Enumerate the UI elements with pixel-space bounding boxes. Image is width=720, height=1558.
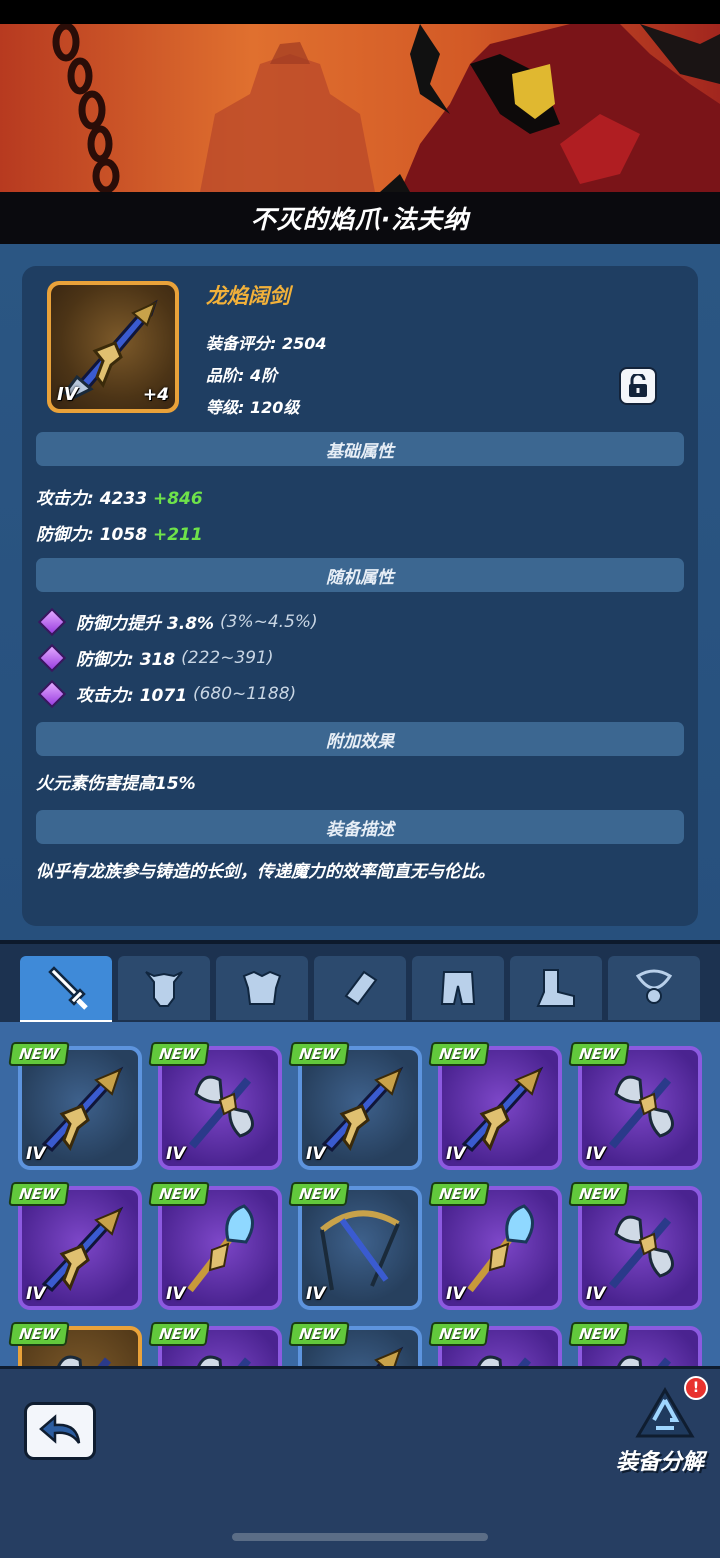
item-icon-frame[interactable]: IV +4 <box>47 281 179 413</box>
extra-effect-text: 火元素伤害提高15% <box>36 774 196 794</box>
item-description: 似乎有龙族参与铸造的长剑，传递魔力的效率简直无与伦比。 <box>36 862 495 882</box>
card-tier: IV <box>586 1144 606 1164</box>
new-badge: NEW <box>568 1322 630 1346</box>
new-badge: NEW <box>288 1042 350 1066</box>
item-score: 装备评分: 2504 <box>206 334 327 353</box>
item-grade: 品阶: 4阶 <box>206 366 278 385</box>
gauntlet-icon <box>344 970 378 1006</box>
tab-armor[interactable] <box>216 956 308 1020</box>
tab-boots[interactable] <box>510 956 602 1020</box>
hero-title-bar: 不灭的焰爪·法夫纳 <box>0 192 720 244</box>
section-extra-effect: 附加效果 <box>36 722 684 756</box>
item-enhance-level: +4 <box>142 385 169 405</box>
bottom-bar <box>0 1366 720 1558</box>
new-badge: NEW <box>8 1322 70 1346</box>
decompose-label[interactable]: 装备分解 <box>616 1444 704 1476</box>
tab-gauntlet[interactable] <box>314 956 406 1020</box>
back-arrow-icon <box>39 1414 81 1444</box>
hero-banner <box>0 24 720 192</box>
new-badge: NEW <box>568 1182 630 1206</box>
home-indicator <box>232 1533 488 1541</box>
tab-weapon[interactable] <box>20 956 112 1024</box>
section-random-attributes: 随机属性 <box>36 558 684 592</box>
sword-icon <box>48 966 88 1010</box>
card-tier: IV <box>26 1284 46 1304</box>
new-badge: NEW <box>428 1322 490 1346</box>
back-button[interactable] <box>24 1402 96 1460</box>
armor-icon <box>242 970 282 1005</box>
card-tier: IV <box>446 1284 466 1304</box>
pants-icon <box>440 971 476 1005</box>
hero-name: 不灭的焰爪·法夫纳 <box>250 205 470 234</box>
new-badge: NEW <box>568 1042 630 1066</box>
tab-pants[interactable] <box>412 956 504 1020</box>
status-bar <box>0 0 720 24</box>
card-tier: IV <box>446 1144 466 1164</box>
new-badge: NEW <box>8 1182 70 1206</box>
basic-stat-attack: 攻击力: 4233 +846 <box>36 489 203 509</box>
new-badge: NEW <box>428 1182 490 1206</box>
gem-icon <box>37 679 67 708</box>
hero-art <box>52 24 720 192</box>
card-tier: IV <box>306 1144 326 1164</box>
random-stat-2: 防御力: 318 (222~391) <box>37 643 274 672</box>
basic-stat-defense: 防御力: 1058 +211 <box>36 525 203 545</box>
item-tier: IV <box>57 384 78 405</box>
item-level: 等级: 120级 <box>206 398 300 417</box>
tab-helmet[interactable] <box>118 956 210 1020</box>
item-name: 龙焰阔剑 <box>206 284 290 308</box>
new-badge: NEW <box>288 1182 350 1206</box>
card-tier: IV <box>586 1284 606 1304</box>
new-badge: NEW <box>148 1042 210 1066</box>
new-badge: NEW <box>148 1182 210 1206</box>
section-description: 装备描述 <box>36 810 684 844</box>
card-tier: IV <box>166 1144 186 1164</box>
card-tier: IV <box>166 1284 186 1304</box>
section-basic-attributes: 基础属性 <box>36 432 684 466</box>
helmet-icon <box>145 971 183 1007</box>
gem-icon <box>37 607 67 636</box>
random-stat-3: 攻击力: 1071 (680~1188) <box>37 679 296 708</box>
amulet-icon <box>635 969 673 1004</box>
tab-amulet[interactable] <box>608 956 700 1020</box>
new-badge: NEW <box>288 1322 350 1346</box>
alert-badge: ! <box>684 1376 708 1400</box>
random-stat-1: 防御力提升 3.8% (3%~4.5%) <box>37 607 318 636</box>
gem-icon <box>37 643 67 672</box>
lock-button[interactable] <box>619 367 657 405</box>
card-tier: IV <box>306 1284 326 1304</box>
new-badge: NEW <box>428 1042 490 1066</box>
unlock-icon <box>629 374 647 397</box>
boots-icon <box>536 969 575 1007</box>
new-badge: NEW <box>8 1042 70 1066</box>
new-badge: NEW <box>148 1322 210 1346</box>
card-tier: IV <box>26 1144 46 1164</box>
